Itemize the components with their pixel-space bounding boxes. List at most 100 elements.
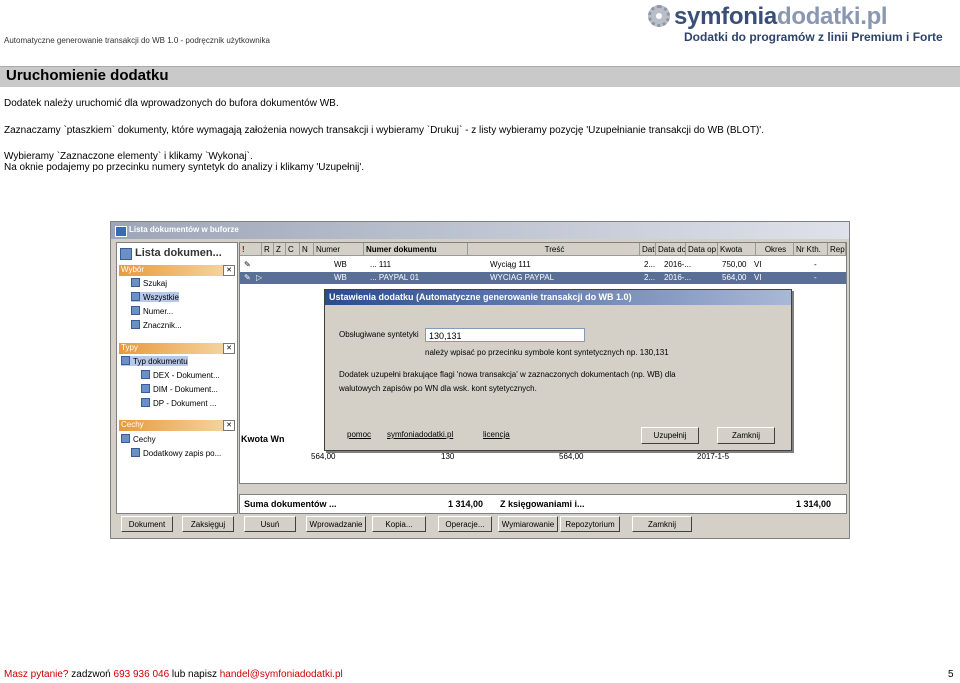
close-icon[interactable]: ✕ xyxy=(223,265,235,276)
group-cechy[interactable]: Cechy ✕ xyxy=(119,420,235,431)
item-label: Typ dokumentu xyxy=(133,357,188,366)
group-wybor[interactable]: Wybór ✕ xyxy=(119,265,235,276)
column-header[interactable]: R xyxy=(262,243,274,256)
operacje-button[interactable]: Operacje... xyxy=(438,516,492,532)
item-label: Dodatkowy zapis po... xyxy=(143,449,222,458)
close-icon[interactable]: ✕ xyxy=(223,343,235,354)
cell-kth: - xyxy=(814,273,817,282)
website-link[interactable]: symfoniadodatki.pl xyxy=(387,430,453,439)
footer-or: lub napisz xyxy=(169,669,220,680)
paragraph-3: Wybieramy `Zaznaczone elementy` i klikam… xyxy=(4,151,253,162)
footer: Masz pytanie? zadzwoń 693 936 046 lub na… xyxy=(4,669,343,680)
table-row[interactable]: ✎ ▷ WB ... PAYPAL 01 WYCIAG PAYPAL 2... … xyxy=(240,272,846,284)
dialog-title: Ustawienia dodatku (Automatyczne generow… xyxy=(329,292,632,302)
column-header[interactable]: C xyxy=(286,243,300,256)
zaksieguj-button[interactable]: Zaksięguj xyxy=(182,516,234,532)
document-icon xyxy=(141,398,150,407)
list-item[interactable]: Znacznik... xyxy=(131,320,182,330)
list-icon xyxy=(131,292,140,301)
tree-item[interactable]: Cechy xyxy=(121,434,156,444)
settings-dialog: Ustawienia dodatku (Automatyczne generow… xyxy=(324,289,792,451)
sum-value: 1 314,00 xyxy=(448,499,484,509)
footer-call: zadzwoń xyxy=(68,669,114,680)
column-header[interactable]: Rep xyxy=(828,243,846,256)
logo-text: symfoniadodatki.pl xyxy=(674,3,888,30)
cell-numer: ... 111 xyxy=(370,260,392,269)
column-header[interactable]: Okres xyxy=(756,243,794,256)
column-header[interactable]: Kwota xyxy=(718,243,756,256)
sum-booked-value: 1 314,00 xyxy=(796,499,832,509)
kwota-account: 130 xyxy=(441,452,455,461)
column-header[interactable]: Data do xyxy=(656,243,686,256)
license-link[interactable]: licencja xyxy=(483,430,510,439)
list-item[interactable]: Wszystkie xyxy=(131,292,179,302)
document-icon xyxy=(141,370,150,379)
column-header[interactable]: Numer xyxy=(314,243,364,256)
item-label: Cechy xyxy=(133,435,156,444)
kwota-value: 564,00 xyxy=(311,452,336,461)
window-title: Lista dokumentów w buforze xyxy=(129,225,239,234)
cell-dat: 2... xyxy=(644,260,656,269)
list-item[interactable]: Szukaj xyxy=(131,278,167,288)
repozytorium-button[interactable]: Repozytorium xyxy=(560,516,620,532)
cell-tresc: Wyciąg 111 xyxy=(490,260,531,269)
edit-icon[interactable]: ✎ xyxy=(244,272,251,284)
summary-bar: Suma dokumentów ... 1 314,00 Z księgowan… xyxy=(239,494,847,514)
list-item[interactable]: Numer... xyxy=(131,306,173,316)
cell-numer: ... PAYPAL 01 xyxy=(370,273,420,282)
kwota-label: Kwota Wn xyxy=(241,434,285,444)
document-icon xyxy=(131,448,140,457)
kopia-button[interactable]: Kopia... xyxy=(372,516,426,532)
syntetyki-input[interactable]: 130,131 xyxy=(425,328,585,342)
search-icon xyxy=(131,278,140,287)
dokument-button[interactable]: Dokument xyxy=(121,516,173,532)
fill-button[interactable]: Uzupełnij xyxy=(641,427,699,444)
filter-pane: Lista dokumen... Wybór ✕ Szukaj Wszystki… xyxy=(116,242,238,514)
cell-tresc: WYCIAG PAYPAL xyxy=(490,273,555,282)
help-link[interactable]: pomoc xyxy=(347,430,371,439)
column-header[interactable]: Numer dokumentu xyxy=(364,243,468,256)
kwota-value-2: 564,00 xyxy=(559,452,584,461)
window-titlebar: Lista dokumentów w buforze xyxy=(111,222,849,239)
logo-subtitle: Dodatki do programów z linii Premium i F… xyxy=(684,30,943,44)
item-label: Znacznik... xyxy=(143,321,182,330)
footer-phone[interactable]: 693 936 046 xyxy=(114,669,170,680)
tree-item[interactable]: DIM - Dokument... xyxy=(141,384,218,394)
group-label: Cechy xyxy=(121,420,144,429)
close-button[interactable]: Zamknij xyxy=(717,427,775,444)
description-line-2: walutowych zapisów po WN dla wsk. kont s… xyxy=(339,384,537,393)
wymiarowanie-button[interactable]: Wymiarowanie xyxy=(498,516,558,532)
footer-email[interactable]: handel@symfoniadodatki.pl xyxy=(220,669,343,680)
tree-item[interactable]: Typ dokumentu xyxy=(121,356,188,366)
list-icon xyxy=(120,248,132,260)
wprowadzanie-button[interactable]: Wprowadzanie xyxy=(306,516,366,532)
item-label: Szukaj xyxy=(143,279,168,288)
column-header[interactable]: Dat xyxy=(640,243,656,256)
kwota-date: 2017-1-5 xyxy=(697,452,730,461)
tree-item[interactable]: DEX - Dokument... xyxy=(141,370,220,380)
edit-icon[interactable]: ✎ xyxy=(244,259,251,271)
group-label: Wybór xyxy=(121,265,145,274)
column-header[interactable]: Treść xyxy=(468,243,640,256)
tree-item[interactable]: DP - Dokument ... xyxy=(141,398,216,408)
zamknij-button[interactable]: Zamknij xyxy=(632,516,692,532)
sum-booked-label: Z księgowaniami i... xyxy=(500,499,585,509)
table-row[interactable]: ✎ WB ... 111 Wyciąg 111 2... 2016-... 75… xyxy=(240,259,846,271)
tree-item[interactable]: Dodatkowy zapis po... xyxy=(131,448,221,458)
cell-typ: WB xyxy=(334,273,347,282)
cell-kwota: 750,00 xyxy=(722,260,747,269)
column-header[interactable]: Data op xyxy=(686,243,718,256)
column-header[interactable]: N xyxy=(300,243,314,256)
column-header[interactable]: ! xyxy=(240,243,262,256)
cell-typ: WB xyxy=(334,260,347,269)
column-header[interactable]: Nr Kth. xyxy=(794,243,828,256)
gear-icon xyxy=(648,5,670,27)
description-line-1: Dodatek uzupełni brakujące flagi 'nowa t… xyxy=(339,370,676,379)
group-typy[interactable]: Typy ✕ xyxy=(119,343,235,354)
item-label: Numer... xyxy=(143,307,174,316)
item-label: DP - Dokument ... xyxy=(153,399,217,408)
usun-button[interactable]: Usuń xyxy=(244,516,296,532)
column-header[interactable]: Z xyxy=(274,243,286,256)
close-icon[interactable]: ✕ xyxy=(223,420,235,431)
item-label: DEX - Dokument... xyxy=(153,371,220,380)
